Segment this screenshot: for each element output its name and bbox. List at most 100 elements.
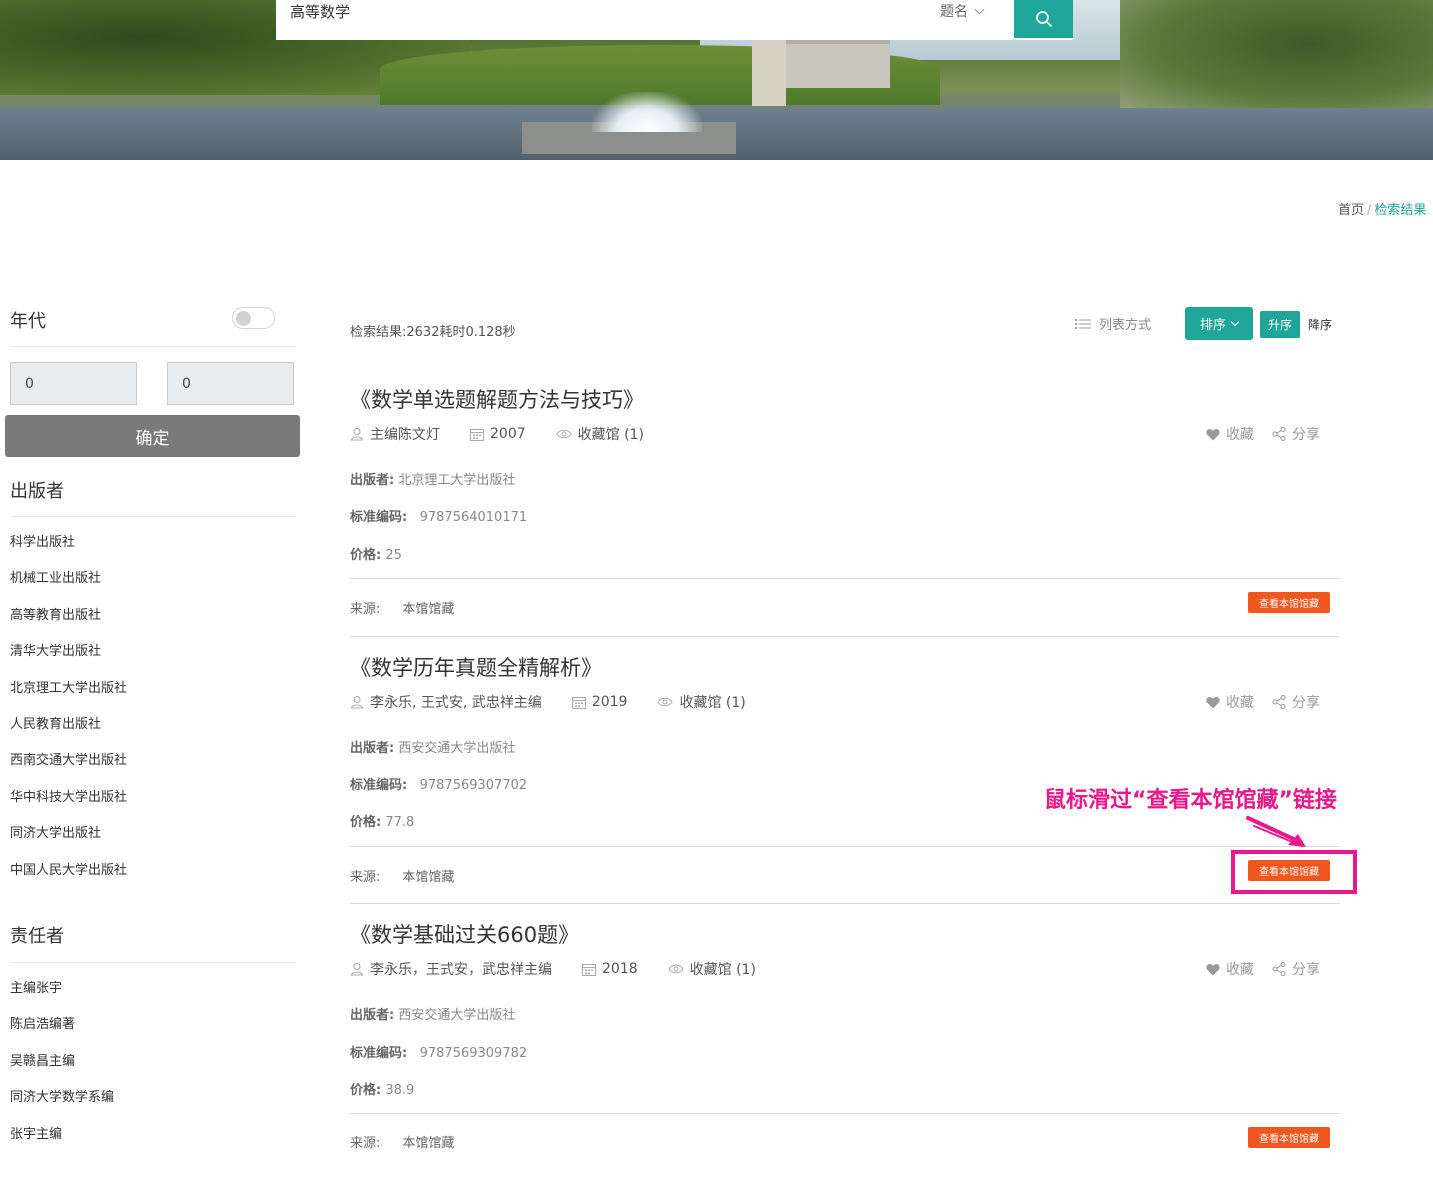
result-holdings: 收藏馆 (1)	[689, 962, 756, 978]
view-holdings-button[interactable]: 查看本馆馆藏	[1248, 1127, 1330, 1148]
favorite-label: 收藏	[1226, 695, 1254, 711]
search-field-label: 题名	[940, 4, 968, 20]
result-holdings: 收藏馆 (1)	[679, 695, 746, 711]
year-from-input[interactable]	[10, 362, 137, 405]
search-input[interactable]	[290, 0, 890, 22]
author-filter-item[interactable]: 主编张宇	[10, 979, 114, 1015]
author-filter-list: 主编张宇 陈启浩编著 吴赣昌主编 同济大学数学系编 张宇主编	[10, 979, 114, 1161]
favorite-button[interactable]: 收藏	[1206, 424, 1254, 444]
publisher-filter-item[interactable]: 清华大学出版社	[10, 642, 127, 678]
year-confirm-button[interactable]: 确定	[5, 415, 300, 457]
result-price: 价格: 77.8	[350, 815, 415, 830]
share-label: 分享	[1292, 695, 1320, 711]
user-icon	[350, 695, 364, 709]
author-filter-item[interactable]: 同济大学数学系编	[10, 1088, 114, 1124]
share-icon	[1272, 962, 1286, 976]
publisher-filter-item[interactable]: 北京理工大学出版社	[10, 679, 127, 715]
arrow-icon	[1246, 816, 1306, 847]
result-author: 李永乐，王式安，武忠祥主编	[370, 962, 552, 978]
heart-icon	[1206, 696, 1220, 708]
share-button[interactable]: 分享	[1272, 424, 1320, 444]
favorite-label: 收藏	[1226, 962, 1254, 978]
result-source: 来源: 本馆馆藏	[350, 602, 455, 617]
divider	[10, 962, 296, 963]
result-actions: 收藏 分享	[1206, 692, 1320, 712]
result-isbn: 标准编码: 9787564010171	[350, 510, 528, 525]
share-button[interactable]: 分享	[1272, 959, 1320, 979]
calendar-icon	[582, 963, 596, 976]
publisher-filter-item[interactable]: 华中科技大学出版社	[10, 788, 127, 824]
publisher-filter-item[interactable]: 同济大学出版社	[10, 824, 127, 860]
publisher-filter-item[interactable]: 西南交通大学出版社	[10, 751, 127, 787]
publisher-filter-item[interactable]: 人民教育出版社	[10, 715, 127, 751]
result-item: 《数学单选题解题方法与技巧》 主编陈文灯 2007 收藏馆 (1) 收藏 分享 …	[350, 384, 1340, 652]
share-icon	[1272, 695, 1286, 709]
divider	[350, 1113, 1340, 1114]
favorite-button[interactable]: 收藏	[1206, 959, 1254, 979]
search-field-select[interactable]: 题名	[940, 1, 985, 21]
breadcrumb: 首页 / 检索结果	[1338, 199, 1426, 218]
sort-label: 排序	[1199, 318, 1226, 333]
publisher-filter-item[interactable]: 机械工业出版社	[10, 569, 127, 605]
author-filter-title: 责任者	[10, 926, 64, 947]
result-meta: 李永乐，王式安，武忠祥主编 2018 收藏馆 (1)	[350, 959, 786, 979]
breadcrumb-home[interactable]: 首页	[1338, 203, 1364, 218]
sort-dropdown-button[interactable]: 排序	[1185, 307, 1253, 340]
divider	[10, 516, 296, 517]
result-title[interactable]: 《数学单选题解题方法与技巧》	[350, 384, 644, 414]
heart-icon	[1206, 428, 1220, 440]
result-publisher: 出版者: 西安交通大学出版社	[350, 1008, 516, 1023]
chevron-down-icon	[974, 4, 985, 14]
results-count: 检索结果:2632耗时0.128秒	[350, 325, 516, 340]
result-publisher: 出版者: 北京理工大学出版社	[350, 473, 516, 488]
result-year: 2019	[591, 694, 628, 710]
divider	[350, 846, 1340, 847]
divider	[350, 578, 1340, 579]
publisher-filter-item[interactable]: 科学出版社	[10, 533, 127, 569]
list-mode-toggle[interactable]: 列表方式	[1075, 314, 1151, 333]
list-mode-label: 列表方式	[1099, 318, 1152, 333]
ascending-button[interactable]: 升序	[1260, 311, 1300, 338]
calendar-icon	[571, 696, 586, 709]
search-icon	[1035, 11, 1052, 27]
user-icon	[350, 962, 364, 976]
result-publisher: 出版者: 西安交通大学出版社	[350, 741, 516, 756]
author-filter-item[interactable]: 张宇主编	[10, 1125, 114, 1161]
eye-icon	[668, 964, 684, 974]
share-icon	[1272, 427, 1286, 441]
breadcrumb-separator: /	[1367, 203, 1372, 218]
publisher-filter-list: 科学出版社 机械工业出版社 高等教育出版社 清华大学出版社 北京理工大学出版社 …	[10, 533, 127, 897]
publisher-filter-item[interactable]: 高等教育出版社	[10, 606, 127, 642]
calendar-icon	[470, 428, 484, 441]
result-item: 《数学基础过关660题》 李永乐，王式安，武忠祥主编 2018 收藏馆 (1) …	[350, 919, 1340, 1187]
result-source: 来源: 本馆馆藏	[350, 870, 455, 885]
descending-button[interactable]: 降序	[1304, 311, 1336, 338]
result-author: 主编陈文灯	[370, 427, 440, 443]
result-title[interactable]: 《数学基础过关660题》	[350, 919, 579, 949]
result-author: 李永乐, 王式安, 武忠祥主编	[370, 695, 542, 711]
tutorial-annotation-text: 鼠标滑过“查看本馆馆藏”链接	[1044, 788, 1337, 813]
divider	[10, 346, 296, 347]
publisher-filter-item[interactable]: 中国人民大学出版社	[10, 861, 127, 897]
result-year: 2018	[602, 961, 638, 977]
search-button[interactable]	[1014, 0, 1073, 38]
result-isbn: 标准编码: 9787569307702	[350, 778, 528, 793]
divider	[350, 903, 1340, 904]
year-filter-toggle[interactable]	[232, 307, 275, 329]
author-filter-item[interactable]: 吴赣昌主编	[10, 1052, 114, 1088]
result-year: 2007	[490, 426, 526, 442]
result-actions: 收藏 分享	[1206, 424, 1320, 444]
search-bar: 题名	[276, 0, 1073, 40]
eye-icon	[556, 429, 572, 439]
result-title[interactable]: 《数学历年真题全精解析》	[350, 652, 602, 682]
share-button[interactable]: 分享	[1272, 692, 1320, 712]
divider	[350, 636, 1340, 637]
year-to-input[interactable]	[167, 362, 294, 405]
view-holdings-button[interactable]: 查看本馆馆藏	[1248, 592, 1330, 613]
favorite-button[interactable]: 收藏	[1206, 692, 1254, 712]
result-price: 价格: 38.9	[350, 1083, 415, 1098]
heart-icon	[1206, 963, 1220, 975]
favorite-label: 收藏	[1226, 427, 1254, 443]
author-filter-item[interactable]: 陈启浩编著	[10, 1015, 114, 1051]
breadcrumb-current: 检索结果	[1374, 203, 1427, 218]
